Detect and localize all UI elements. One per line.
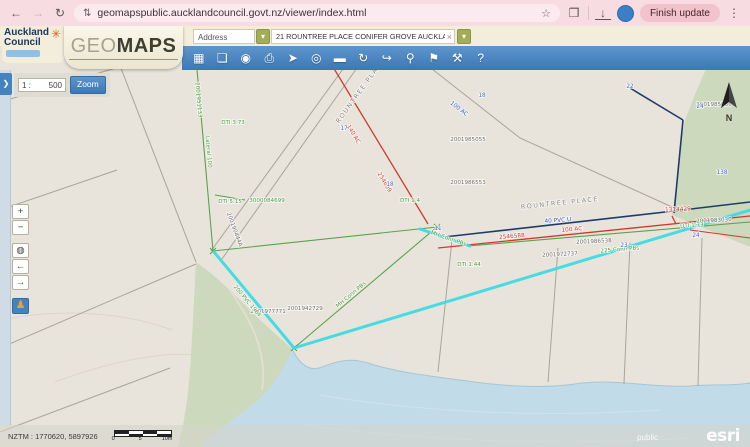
browser-forward-icon[interactable]: → (30, 7, 46, 19)
scalebar-tick-5: 5 (139, 436, 142, 442)
zoom-out-button[interactable]: − (12, 220, 29, 235)
house-number: 23 (620, 243, 628, 249)
downloads-icon[interactable]: ↓ (595, 7, 611, 20)
measure-icon[interactable]: ▬ (329, 46, 351, 70)
scale-value: 500 (49, 81, 62, 90)
divider (588, 6, 589, 20)
print-icon[interactable]: ⎙ (259, 46, 281, 70)
north-arrow: N (716, 80, 742, 123)
scale-prefix: 1 : (22, 81, 31, 90)
utility-label: DTI 5.15 (218, 199, 242, 205)
house-number: 11 (434, 226, 442, 232)
pohutukawa-flower-icon: ✳ (51, 28, 61, 40)
scalebar-tick-0: 0 (112, 436, 115, 442)
zoom-in-button[interactable]: + (12, 204, 29, 219)
scalebar-tick-10: 10m (162, 436, 173, 442)
search-category-select[interactable]: Address (193, 29, 255, 44)
house-number: 18 (386, 182, 394, 188)
parcel-id: 2001985055 (450, 137, 486, 143)
browser-reload-icon[interactable]: ↻ (52, 7, 68, 19)
finish-update-button[interactable]: Finish update (640, 4, 720, 22)
council-logo-bar (6, 50, 40, 57)
geomaps-wordmark: GEOMAPS (69, 35, 179, 60)
utility-label: DTI 1.44 (457, 262, 481, 268)
location-pin-icon[interactable]: ⚲ (400, 46, 422, 70)
full-extent-button[interactable]: ◍ (12, 243, 29, 258)
scale-input[interactable]: 1 : 500 (18, 78, 66, 92)
parcel-id: 2001942729 (287, 306, 323, 312)
utility-label: DTI 1.73 (680, 222, 704, 229)
scale-zoom-button[interactable]: Zoom (70, 76, 106, 94)
search-query-text[interactable]: 21 ROUNTREE PLACE CONIFER GROVE AUCKLAND… (276, 32, 445, 41)
house-number: 17 (340, 126, 348, 132)
history-icon[interactable]: ↻ (353, 46, 375, 70)
browser-toolbar: ← → ↻ ⇅ geomapspublic.aucklandcouncil.go… (0, 0, 750, 26)
basemap-gallery-icon[interactable]: ▦ (188, 46, 210, 70)
house-number: 24 (692, 233, 700, 239)
address-bar[interactable]: ⇅ geomapspublic.aucklandcouncil.govt.nz/… (74, 4, 560, 22)
street-view-button[interactable]: ♟ (12, 298, 29, 314)
clear-search-icon[interactable]: × (445, 32, 452, 42)
previous-extent-button[interactable]: ← (12, 259, 29, 274)
bookmark-icon[interactable]: ⚑ (423, 46, 445, 70)
geomaps-maps: MAPS (117, 35, 177, 57)
map-navigation-controls: +− ◍←→ ♟ (12, 204, 29, 315)
utility-label: 3000084699 (249, 198, 285, 204)
north-label: N (716, 113, 742, 123)
geomaps-geo: GEO (71, 35, 117, 57)
house-number: 22 (626, 84, 634, 90)
search-input[interactable]: 21 ROUNTREE PLACE CONIFER GROVE AUCKLAND… (271, 29, 455, 44)
utility-label: DTI 3.73 (221, 120, 245, 126)
layers-icon[interactable]: ❏ (212, 46, 234, 70)
profile-avatar[interactable] (617, 5, 634, 22)
search-go-button[interactable]: ▾ (457, 29, 471, 44)
category-dropdown-button[interactable]: ▾ (256, 29, 270, 44)
identify-icon[interactable]: ◎ (306, 46, 328, 70)
browser-menu-icon[interactable]: ⋮ (726, 7, 742, 19)
site-settings-icon[interactable]: ⇅ (83, 8, 91, 19)
help-icon[interactable]: ? (470, 46, 492, 70)
select-pointer-icon[interactable]: ➤ (282, 46, 304, 70)
map-scale-bar: 0 5 10m (112, 429, 174, 443)
map-toolbar: ▦❏◉⎙➤◎▬↻↪⚲⚑⚒? (182, 46, 750, 70)
scale-panel: 1 : 500 Zoom (14, 73, 110, 97)
geomaps-banner: GEOMAPS (64, 26, 183, 69)
parcel-id: 2001986553 (450, 180, 486, 186)
curved-arrow-icon[interactable]: ↪ (376, 46, 398, 70)
tools-icon[interactable]: ⚒ (447, 46, 469, 70)
coordinate-readout: NZTM : 1770620, 5897926 (8, 432, 98, 441)
url-text[interactable]: geomapspublic.aucklandcouncil.govt.nz/vi… (97, 7, 535, 19)
bookmark-star-icon[interactable]: ☆ (541, 7, 551, 20)
house-number: 18 (478, 93, 486, 99)
geomaps-app: ROUNTREE PLACEROUNTREE PLACE200198505520… (0, 0, 750, 447)
public-watermark: public (637, 433, 658, 442)
sidebar-expander-button[interactable]: ❯ (0, 73, 12, 95)
browser-back-icon[interactable]: ← (8, 7, 24, 19)
council-name-line2: Council (4, 38, 49, 48)
house-number: 138 (716, 170, 727, 176)
visibility-icon[interactable]: ◉ (235, 46, 257, 70)
utility-label: DTI 1.4 (400, 198, 420, 204)
tab-groups-icon[interactable]: ❒ (566, 7, 582, 19)
next-extent-button[interactable]: → (12, 275, 29, 290)
house-number: 24 (696, 104, 704, 110)
collapsed-sidebar-strip[interactable] (0, 70, 11, 425)
auckland-council-logo: Auckland Council ✳ (2, 27, 64, 63)
esri-logo: esri (706, 426, 740, 446)
